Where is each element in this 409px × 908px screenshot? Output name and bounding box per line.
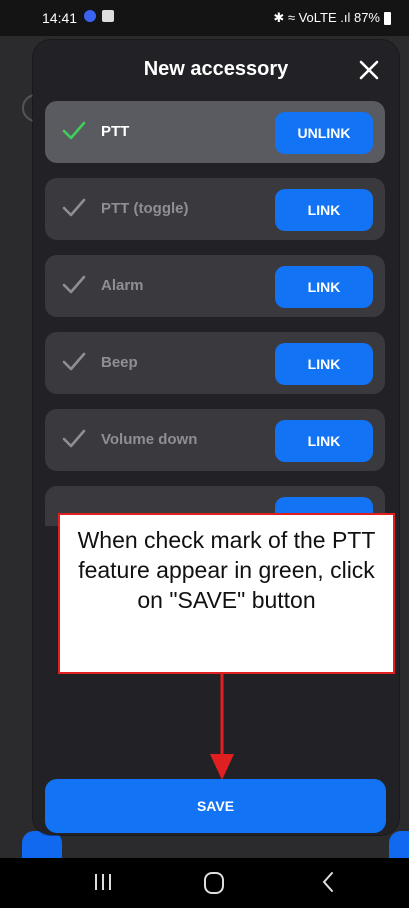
accessory-row-label: Beep (101, 354, 138, 371)
link-button[interactable]: LINK (275, 189, 373, 231)
accessory-row-beep: Beep LINK (45, 332, 385, 394)
unlink-button[interactable]: UNLINK (275, 112, 373, 154)
status-indicators-text: ✱ ≈ VoLTE .ıl 87% (273, 10, 380, 25)
link-button[interactable]: LINK (275, 420, 373, 462)
check-icon-active (62, 121, 86, 140)
recent-apps-icon[interactable] (92, 873, 114, 891)
status-time: 14:41 (42, 10, 78, 26)
accessory-row-label: Volume down (101, 431, 198, 448)
save-button[interactable]: SAVE (45, 779, 386, 833)
status-indicators: ✱ ≈ VoLTE .ıl 87% (273, 10, 391, 26)
check-icon (62, 198, 86, 217)
accessory-row-label: PTT (101, 123, 130, 140)
instruction-callout: When check mark of the PTT feature appea… (58, 513, 395, 674)
battery-icon (384, 11, 391, 25)
navigation-bar (0, 858, 409, 908)
check-icon (62, 352, 86, 371)
app-notification-icon (84, 10, 96, 22)
dialog-title: New accessory (143, 58, 289, 80)
link-button[interactable]: LINK (275, 343, 373, 385)
accessory-row-ptt-toggle: PTT (toggle) LINK (45, 178, 385, 240)
gallery-notification-icon (102, 10, 114, 22)
link-button[interactable]: LINK (275, 266, 373, 308)
accessory-row-ptt: PTT UNLINK (45, 101, 385, 163)
accessory-row-label: Alarm (101, 277, 144, 294)
back-icon[interactable] (320, 870, 336, 894)
arrow-icon (210, 672, 234, 780)
home-icon[interactable] (204, 872, 224, 894)
status-bar: 14:41 ✱ ≈ VoLTE .ıl 87% (0, 0, 409, 36)
accessory-row-label: PTT (toggle) (101, 200, 189, 217)
close-icon[interactable] (357, 58, 381, 82)
accessory-row-alarm: Alarm LINK (45, 255, 385, 317)
check-icon (62, 429, 86, 448)
check-icon (62, 275, 86, 294)
accessory-row-volume-down: Volume down LINK (45, 409, 385, 471)
